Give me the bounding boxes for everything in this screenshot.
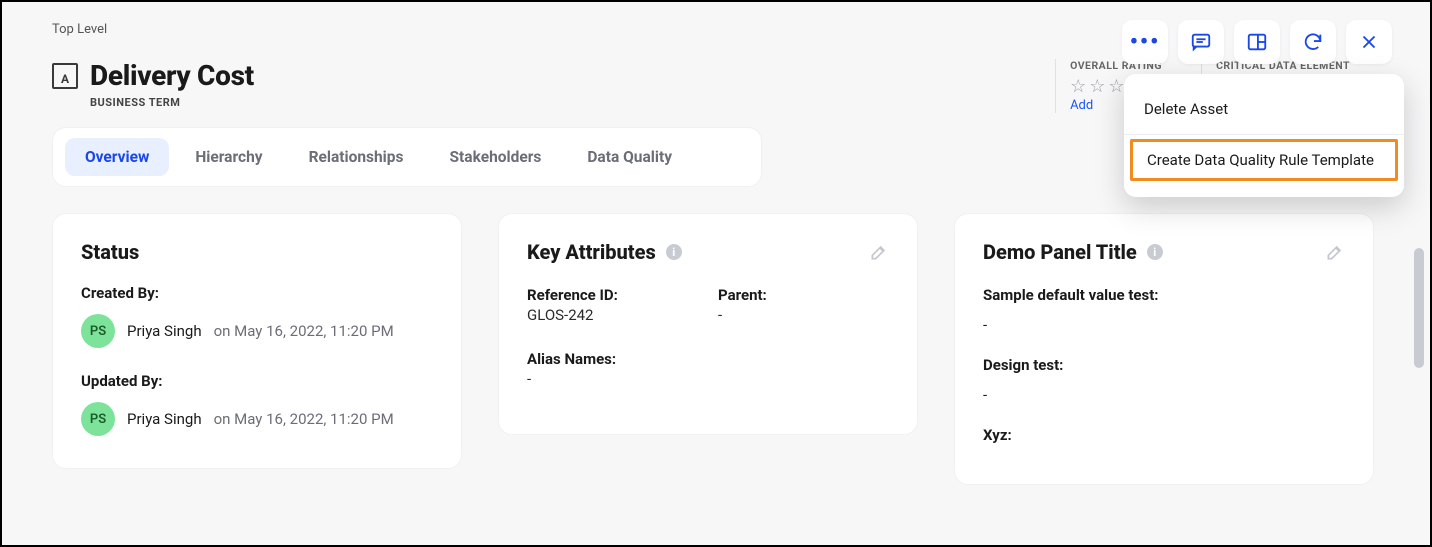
updated-by-name: Priya Singh: [127, 410, 202, 428]
star-icon[interactable]: ☆: [1070, 78, 1086, 96]
edit-key-attributes-button[interactable]: [869, 242, 889, 262]
tabs: Overview Hierarchy Relationships Stakeho…: [52, 127, 762, 187]
page-title: Delivery Cost: [90, 59, 254, 92]
toolbar: •••: [1122, 20, 1392, 64]
menu-item-create-rule-template[interactable]: Create Data Quality Rule Template: [1130, 139, 1398, 181]
key-attributes-title: Key Attributes i: [527, 240, 682, 264]
close-button[interactable]: [1346, 20, 1392, 64]
info-icon[interactable]: i: [1147, 244, 1163, 260]
tab-data-quality[interactable]: Data Quality: [567, 138, 692, 176]
alias-names-value: -: [527, 370, 889, 388]
demo-panel-title: Demo Panel Title i: [983, 240, 1163, 264]
created-by-row: PS Priya Singh on May 16, 2022, 11:20 PM: [81, 314, 433, 348]
updated-by-label: Updated By:: [81, 372, 433, 390]
status-title: Status: [81, 240, 433, 264]
tab-hierarchy[interactable]: Hierarchy: [175, 138, 282, 176]
status-panel: Status Created By: PS Priya Singh on May…: [52, 213, 462, 469]
star-icon[interactable]: ☆: [1108, 78, 1124, 96]
more-menu-button[interactable]: •••: [1122, 20, 1168, 64]
menu-item-delete-asset[interactable]: Delete Asset: [1124, 88, 1404, 130]
alias-names-label: Alias Names:: [527, 350, 889, 368]
pencil-icon: [1325, 242, 1345, 262]
created-by-date: on May 16, 2022, 11:20 PM: [214, 322, 394, 340]
tab-stakeholders[interactable]: Stakeholders: [429, 138, 561, 176]
reference-id-value: GLOS-242: [527, 306, 698, 324]
avatar: PS: [81, 314, 115, 348]
pencil-icon: [869, 242, 889, 262]
panels-icon: [1246, 31, 1268, 53]
close-icon: [1358, 31, 1380, 53]
tab-relationships[interactable]: Relationships: [289, 138, 424, 176]
updated-by-date: on May 16, 2022, 11:20 PM: [214, 410, 394, 428]
demo-field-value: -: [983, 316, 1345, 334]
demo-field-label: Sample default value test:: [983, 286, 1345, 304]
demo-panel: Demo Panel Title i Sample default value …: [954, 213, 1374, 485]
info-icon[interactable]: i: [666, 244, 682, 260]
reference-id-label: Reference ID:: [527, 286, 698, 304]
created-by-label: Created By:: [81, 284, 433, 302]
tab-overview[interactable]: Overview: [65, 138, 169, 176]
parent-value: -: [718, 306, 889, 324]
parent-label: Parent:: [718, 286, 889, 304]
key-attributes-panel: Key Attributes i Reference ID: GLOS-242 …: [498, 213, 918, 435]
refresh-button[interactable]: [1290, 20, 1336, 64]
demo-field-value: -: [983, 386, 1345, 404]
more-menu-dropdown: Delete Asset Create Data Quality Rule Te…: [1124, 74, 1404, 197]
scrollbar-thumb[interactable]: [1414, 248, 1424, 368]
asset-subtype: BUSINESS TERM: [90, 96, 254, 109]
edit-demo-panel-button[interactable]: [1325, 242, 1345, 262]
demo-field-label: Xyz:: [983, 426, 1345, 444]
updated-by-row: PS Priya Singh on May 16, 2022, 11:20 PM: [81, 402, 433, 436]
menu-divider: [1124, 134, 1404, 135]
demo-field-label: Design test:: [983, 356, 1345, 374]
created-by-name: Priya Singh: [127, 322, 202, 340]
asset-type-icon: A: [52, 63, 78, 89]
star-icon[interactable]: ☆: [1089, 78, 1105, 96]
avatar: PS: [81, 402, 115, 436]
layout-button[interactable]: [1234, 20, 1280, 64]
comments-button[interactable]: [1178, 20, 1224, 64]
refresh-icon: [1302, 31, 1324, 53]
chat-icon: [1190, 31, 1212, 53]
title-block: A Delivery Cost BUSINESS TERM: [52, 59, 1037, 109]
